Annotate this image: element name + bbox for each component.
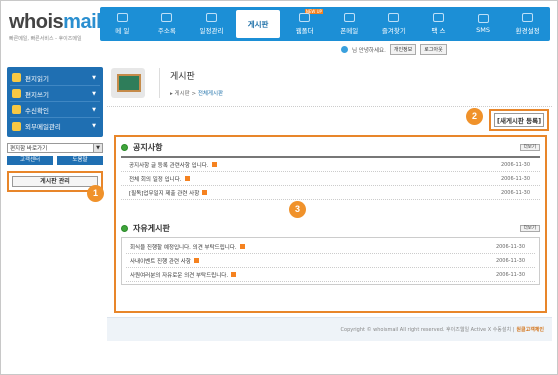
app-window: whoismail 빠른메일, 빠른서비스 - 후이즈메일 메 일 주소록 일정… [0,0,558,375]
calendar-icon [205,13,217,22]
divider [159,67,160,98]
bookmark-icon [388,13,400,22]
list-item[interactable]: 전체 회의 일정 입니다. 2006-11-30 [121,172,540,186]
settings-icon [522,13,534,22]
new-post-icon [193,258,199,263]
free-more-button[interactable]: 더보기 [519,225,540,232]
board-list-highlight: 공지사항 더보기 공지사항 글 등록 관련사항 입니다. 2006-11-30 전… [114,135,547,313]
footer: Copyright © whoismail All right reserved… [107,317,552,341]
footer-link[interactable]: 원클고객체인 [516,326,544,333]
chevron-down-icon: ▼ [92,90,96,97]
new-board-highlight: [새게시판 등록] [489,109,550,131]
board-manage-button[interactable]: 게시판 관리 [12,176,98,187]
globe-icon [341,46,348,53]
callout-2: 2 [466,108,483,125]
address-book-icon [161,13,173,22]
main-content: 게시판 ▸ 게시판 > 전체게시판 [새게시판 등록] 공지사항 더보기 공지사… [107,59,552,313]
nav-web-folder[interactable]: NEW UP 웹폴더 [282,7,327,41]
list-item[interactable]: 사내이벤트 진행 관련 사항 2006-11-30 [126,254,535,268]
envelope-icon [12,73,21,82]
notice-more-button[interactable]: 더보기 [519,144,540,151]
breadcrumb: ▸ 게시판 > 전체게시판 [170,90,224,97]
sidebar-item-read-mail[interactable]: 편지읽기 ▼ [10,70,100,86]
mail-icon [116,13,128,22]
list-item[interactable]: 회식을 진행할 예정입니다. 의견 부탁드립니다. 2006-11-30 [126,240,535,254]
breadcrumb-current: 전체게시판 [197,90,224,97]
sidebar: 편지읽기 ▼ 편지쓰기 ▼ 수신확인 ▼ 외부메일관리 ▼ 편지함 바로가기 ▼ 고객센터… [7,67,103,192]
nav-settings[interactable]: 환경설정 [505,7,550,41]
page-title: 게시판 [170,71,195,82]
greeting-text: 님 안녕하세요. [352,47,386,54]
callout-3: 3 [289,201,306,218]
logout-button[interactable]: 로그아웃 [420,44,447,55]
logo-text: whoismail [9,11,102,33]
external-icon [12,121,21,131]
chevron-down-icon: ▼ [93,144,102,152]
bullet-icon [121,144,128,151]
new-board-button[interactable]: [새게시판 등록] [494,113,545,127]
nav-address-book[interactable]: 주소록 [145,7,190,41]
page-header: 게시판 ▸ 게시판 > 전체게시판 [107,59,552,107]
pencil-icon [12,89,21,98]
list-item[interactable]: [필독]업무일지 제출 관련 사항 2006-11-30 [121,186,540,200]
chevron-down-icon: ▼ [92,74,96,81]
fax-icon [432,13,444,22]
user-bar: 님 안녕하세요. 개인정보 로그아웃 [341,44,447,55]
folder-icon [299,13,311,22]
nav-bookmarks[interactable]: 즐겨찾기 [372,7,417,41]
profile-button[interactable]: 개인정보 [389,44,417,55]
nav-board[interactable]: 게시판 [235,10,281,38]
nav-calendar[interactable]: 일정관리 [189,7,234,41]
list-item[interactable]: 공지사항 글 등록 관련사항 입니다. 2006-11-30 [121,158,540,172]
new-post-icon [184,176,190,181]
list-item[interactable]: 사원여러분의 자유로운 의견 부탁드립니다. 2006-11-30 [126,268,535,282]
free-section-title: 자유게시판 더보기 [121,222,540,235]
copyright-text: Copyright © whoismail All right reserved… [340,327,515,333]
sidebar-item-external-mail[interactable]: 외부메일관리 ▼ [10,118,100,134]
sidebar-menu: 편지읽기 ▼ 편지쓰기 ▼ 수신확인 ▼ 외부메일관리 ▼ [7,67,103,137]
blackboard-icon [111,67,145,98]
logo[interactable]: whoismail 빠른메일, 빠른서비스 - 후이즈메일 [9,11,102,42]
logo-tagline: 빠른메일, 빠른서비스 - 후이즈메일 [9,36,82,42]
sidebar-item-read-receipt[interactable]: 수신확인 ▼ [10,102,100,118]
new-post-icon [211,162,217,167]
free-list: 회식을 진행할 예정입니다. 의견 부탁드립니다. 2006-11-30 사내이벤… [121,237,540,285]
nav-mail[interactable]: 메 일 [100,7,145,41]
help-button[interactable]: 도움말 [57,156,103,165]
sidebar-links: 고객센터 도움말 [7,156,103,165]
new-post-icon [202,190,208,195]
bullet-icon [121,225,128,232]
chevron-down-icon: ▼ [92,123,96,129]
nav-sms[interactable]: SMS [461,7,506,41]
check-icon [12,105,21,114]
nav-phone-mail[interactable]: 폰메일 [327,7,372,41]
new-post-icon [239,244,245,249]
phone-icon [343,13,355,22]
notice-section-title: 공지사항 더보기 [121,141,540,154]
folder-select[interactable]: 편지함 바로가기 ▼ [7,143,103,153]
sms-icon [477,14,489,23]
callout-1: 1 [87,185,104,202]
new-post-icon [231,272,237,277]
support-button[interactable]: 고객센터 [7,156,53,165]
chevron-down-icon: ▼ [92,106,96,113]
top-nav: 메 일 주소록 일정관리 게시판 NEW UP 웹폴더 폰메일 즐겨찾기 팩 스 … [100,7,550,41]
sidebar-item-write-mail[interactable]: 편지쓰기 ▼ [10,86,100,102]
breadcrumb-home[interactable]: 게시판 [175,91,190,97]
notice-list: 공지사항 글 등록 관련사항 입니다. 2006-11-30 전체 회의 일정 입… [121,156,540,200]
nav-fax[interactable]: 팩 스 [416,7,461,41]
